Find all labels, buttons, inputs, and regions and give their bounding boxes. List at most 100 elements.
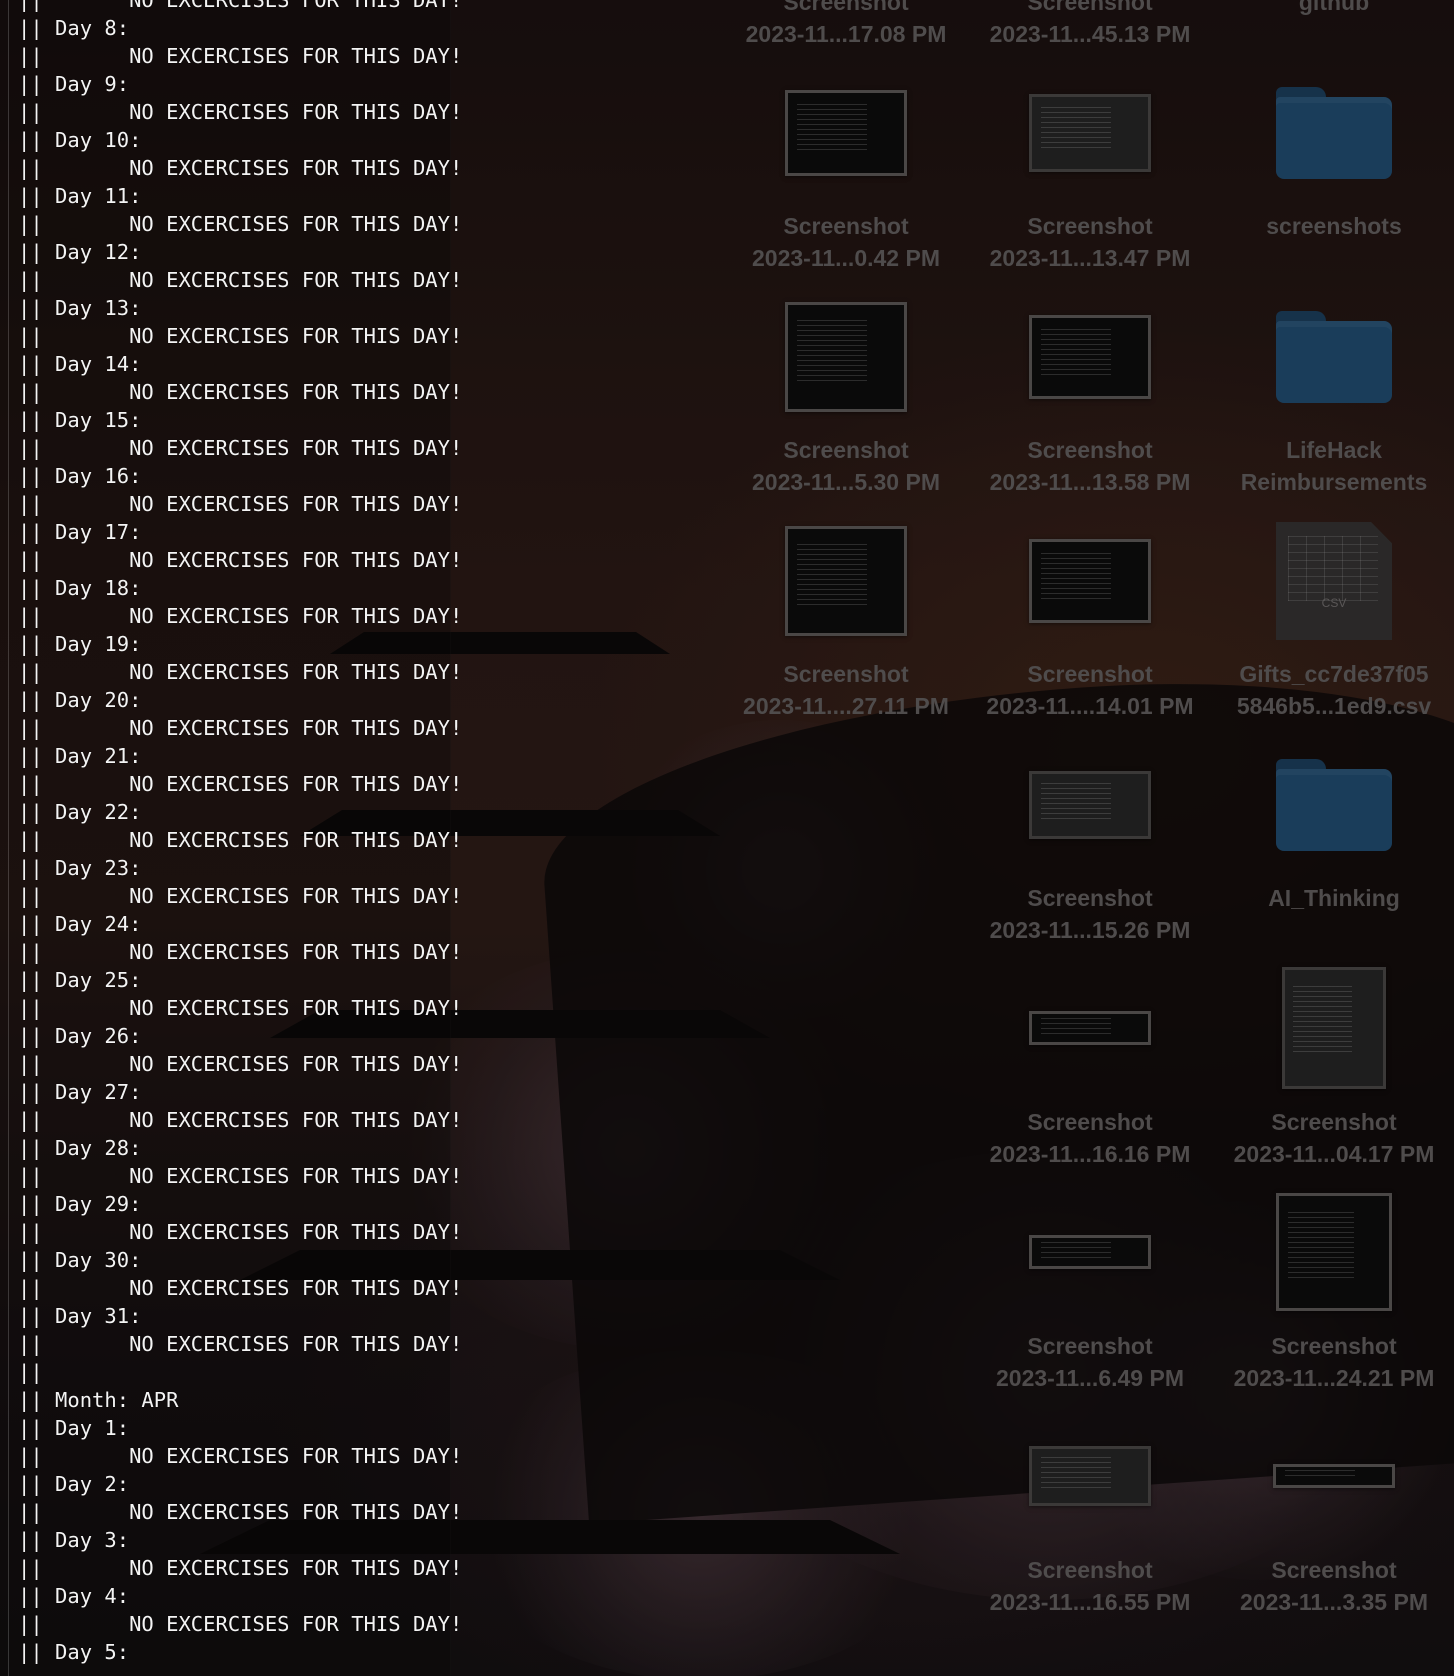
file-name-label: Screenshot — [1027, 1557, 1153, 1583]
folder-icon — [1276, 311, 1392, 403]
file-name-label: AI_Thinking — [1268, 885, 1400, 911]
terminal-line: || Day 25: — [18, 968, 142, 992]
terminal-line: || NO EXCERCISES FOR THIS DAY! — [18, 0, 463, 12]
file-name-label: Screenshot — [1027, 437, 1153, 463]
terminal-line: || Day 30: — [18, 1248, 142, 1272]
terminal-line: || — [18, 1360, 43, 1384]
file-name-label: Screenshot — [1027, 213, 1153, 239]
terminal-line: || NO EXCERCISES FOR THIS DAY! — [18, 604, 463, 628]
terminal-line: || NO EXCERCISES FOR THIS DAY! — [18, 940, 463, 964]
terminal-line: || NO EXCERCISES FOR THIS DAY! — [18, 1276, 463, 1300]
terminal-line: || NO EXCERCISES FOR THIS DAY! — [18, 1612, 463, 1636]
terminal-line: || Day 21: — [18, 744, 142, 768]
file-name-label-line2: 2023-11...5.30 PM — [752, 469, 940, 495]
terminal-line: || Day 17: — [18, 520, 142, 544]
terminal-line: || Day 18: — [18, 576, 142, 600]
screenshot-thumbnail-icon — [1029, 94, 1151, 172]
terminal-line: || Day 8: — [18, 16, 130, 40]
terminal-line: || Month: APR — [18, 1388, 179, 1412]
terminal-line: || Day 9: — [18, 72, 130, 96]
terminal-line: || NO EXCERCISES FOR THIS DAY! — [18, 380, 463, 404]
file-name-label-line2: 2023-11...13.58 PM — [989, 469, 1191, 495]
terminal-line: || NO EXCERCISES FOR THIS DAY! — [18, 1164, 463, 1188]
terminal-line: || Day 5: — [18, 1640, 130, 1664]
file-type-tag: CSV — [1321, 596, 1347, 610]
terminal-line: || Day 20: — [18, 688, 142, 712]
terminal-line: || NO EXCERCISES FOR THIS DAY! — [18, 828, 463, 852]
terminal-line: || Day 23: — [18, 856, 142, 880]
terminal-line: || Day 13: — [18, 296, 142, 320]
file-name-label: Screenshot — [1027, 0, 1153, 15]
file-name-label: Screenshot — [783, 0, 909, 15]
terminal-line: || NO EXCERCISES FOR THIS DAY! — [18, 1220, 463, 1244]
file-name-label-line2: 2023-11...0.42 PM — [752, 245, 940, 271]
file-name-label-line2: Reimbursements — [1240, 469, 1428, 495]
file-name-label: Screenshot — [1271, 1109, 1397, 1135]
terminal-line: || NO EXCERCISES FOR THIS DAY! — [18, 996, 463, 1020]
file-name-label-line2: 2023-11...04.17 PM — [1233, 1141, 1435, 1167]
terminal-line: || Day 14: — [18, 352, 142, 376]
screenshot-thumbnail-icon — [785, 302, 907, 412]
file-name-label: Screenshot — [783, 437, 909, 463]
terminal-line: || Day 29: — [18, 1192, 142, 1216]
file-name-label: screenshots — [1266, 213, 1402, 239]
terminal-line: || NO EXCERCISES FOR THIS DAY! — [18, 436, 463, 460]
terminal-output: || NO EXCERCISES FOR THIS DAY! || Day 8: |… — [18, 0, 462, 1666]
screenshot-thumbnail-icon — [1029, 771, 1151, 839]
terminal-window[interactable]: || NO EXCERCISES FOR THIS DAY! || Day 8: |… — [0, 0, 462, 1676]
terminal-line: || NO EXCERCISES FOR THIS DAY! — [18, 1556, 463, 1580]
terminal-line: || Day 11: — [18, 184, 142, 208]
file-name-label-line2: 2023-11...6.49 PM — [996, 1365, 1184, 1391]
terminal-line: || NO EXCERCISES FOR THIS DAY! — [18, 324, 463, 348]
file-name-label-line2: 2023-11...3.35 PM — [1240, 1589, 1428, 1615]
screenshot-thumbnail-icon — [785, 526, 907, 636]
terminal-line: || NO EXCERCISES FOR THIS DAY! — [18, 268, 463, 292]
file-name-label: Screenshot — [783, 661, 909, 687]
terminal-line: || NO EXCERCISES FOR THIS DAY! — [18, 44, 463, 68]
terminal-line: || Day 31: — [18, 1304, 142, 1328]
terminal-line: || Day 22: — [18, 800, 142, 824]
file-name-label: Screenshot — [1271, 1557, 1397, 1583]
terminal-line: || Day 16: — [18, 464, 142, 488]
terminal-line: || NO EXCERCISES FOR THIS DAY! — [18, 156, 463, 180]
terminal-line: || Day 28: — [18, 1136, 142, 1160]
terminal-line: || NO EXCERCISES FOR THIS DAY! — [18, 1500, 463, 1524]
screenshot-thumbnail-icon — [1029, 539, 1151, 623]
terminal-line: || Day 12: — [18, 240, 142, 264]
terminal-line: || Day 26: — [18, 1024, 142, 1048]
screenshot-thumbnail-icon — [785, 90, 907, 176]
file-name-label-line2: 2023-11...45.13 PM — [989, 21, 1191, 47]
terminal-line: || NO EXCERCISES FOR THIS DAY! — [18, 884, 463, 908]
file-name-label: Screenshot — [1027, 885, 1153, 911]
terminal-line: || NO EXCERCISES FOR THIS DAY! — [18, 716, 463, 740]
screenshot-thumbnail-icon — [1029, 1235, 1151, 1269]
file-name-label: Screenshot — [1027, 661, 1153, 687]
file-name-label-line2: 2023-11....14.01 PM — [986, 693, 1194, 719]
screenshot-thumbnail-icon — [1029, 1011, 1151, 1045]
terminal-line: || NO EXCERCISES FOR THIS DAY! — [18, 772, 463, 796]
terminal-line: || Day 2: — [18, 1472, 130, 1496]
file-name-label: Gifts_cc7de37f05 — [1239, 661, 1429, 687]
screenshot-thumbnail-icon — [1273, 1464, 1395, 1488]
csv-document-icon: CSV — [1276, 522, 1392, 640]
terminal-line: || NO EXCERCISES FOR THIS DAY! — [18, 1332, 463, 1356]
screenshot-thumbnail-icon — [1029, 315, 1151, 399]
terminal-line: || Day 1: — [18, 1416, 130, 1440]
file-name-label: Screenshot — [1027, 1333, 1153, 1359]
terminal-line: || Day 10: — [18, 128, 142, 152]
screenshot-thumbnail-icon — [1276, 1193, 1392, 1311]
file-name-label-line2: 2023-11...16.16 PM — [989, 1141, 1191, 1167]
file-name-label-line2: 2023-11....27.11 PM — [743, 693, 949, 719]
terminal-line: || Day 15: — [18, 408, 142, 432]
terminal-line: || Day 24: — [18, 912, 142, 936]
file-name-label-line2: 2023-11...15.26 PM — [989, 917, 1191, 943]
terminal-line: || NO EXCERCISES FOR THIS DAY! — [18, 492, 463, 516]
terminal-line: || NO EXCERCISES FOR THIS DAY! — [18, 1052, 463, 1076]
screenshot-thumbnail-icon — [1282, 967, 1386, 1089]
file-name-label-line2: 5846b5...1ed9.csv — [1236, 693, 1432, 719]
screenshot-thumbnail-icon — [1029, 1446, 1151, 1506]
terminal-line: || NO EXCERCISES FOR THIS DAY! — [18, 548, 463, 572]
file-name-label: Screenshot — [783, 213, 909, 239]
terminal-line: || NO EXCERCISES FOR THIS DAY! — [18, 1108, 463, 1132]
terminal-line: || NO EXCERCISES FOR THIS DAY! — [18, 660, 463, 684]
